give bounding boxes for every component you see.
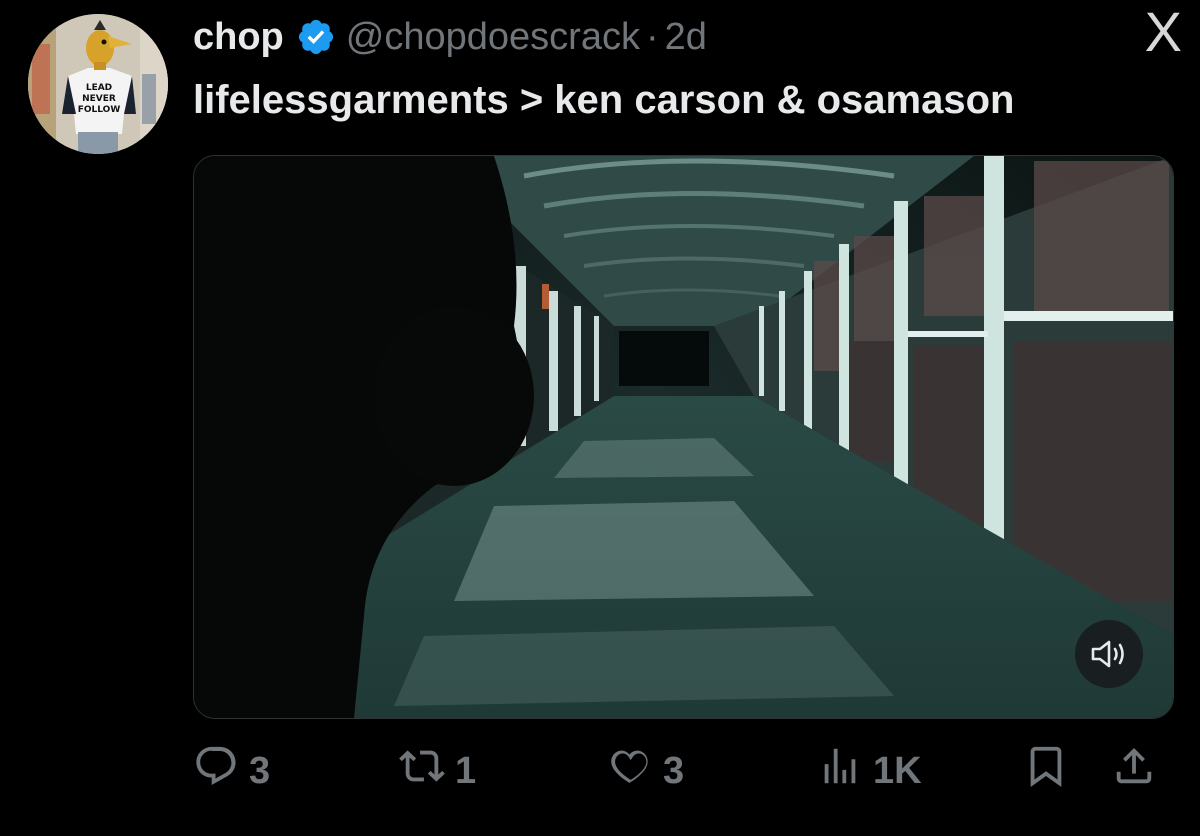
like-count: 3 — [663, 749, 685, 792]
views-icon — [817, 743, 863, 799]
display-name[interactable]: chop — [193, 12, 284, 62]
video-player[interactable] — [193, 155, 1174, 719]
timestamp[interactable]: 2d — [665, 12, 707, 62]
reply-icon — [193, 743, 239, 799]
user-handle[interactable]: @chopdoescrack — [346, 12, 640, 62]
bookmark-button[interactable] — [1023, 745, 1069, 797]
retweet-count: 1 — [455, 749, 477, 792]
share-button[interactable] — [1111, 745, 1157, 797]
profile-avatar-image: LEAD NEVER FOLLOW — [28, 14, 168, 154]
bookmark-icon — [1023, 743, 1069, 799]
shirt-text-3: FOLLOW — [78, 105, 121, 115]
separator-dot: · — [645, 16, 659, 58]
tweet-text: lifelessgarments > ken carson & osamason — [193, 78, 1015, 122]
verified-badge-icon — [296, 17, 336, 57]
shirt-text-2: NEVER — [82, 94, 116, 104]
mute-button[interactable] — [1075, 620, 1143, 688]
reply-count: 3 — [249, 749, 271, 792]
views-button[interactable]: 1K — [817, 745, 922, 797]
action-bar: 3 1 3 1K — [193, 745, 1173, 797]
share-icon — [1111, 743, 1157, 799]
x-logo-icon: X — [1144, 0, 1182, 63]
views-count: 1K — [873, 749, 922, 792]
shirt-text-1: LEAD — [86, 83, 112, 93]
video-frame — [194, 156, 1173, 718]
tweet-header: chop @chopdoescrack · 2d — [193, 12, 1180, 62]
retweet-button[interactable]: 1 — [399, 745, 476, 797]
heart-icon — [607, 743, 653, 799]
like-button[interactable]: 3 — [607, 745, 684, 797]
retweet-icon — [399, 743, 445, 799]
volume-icon — [1090, 638, 1128, 670]
avatar[interactable]: LEAD NEVER FOLLOW — [28, 14, 168, 154]
reply-button[interactable]: 3 — [193, 745, 270, 797]
